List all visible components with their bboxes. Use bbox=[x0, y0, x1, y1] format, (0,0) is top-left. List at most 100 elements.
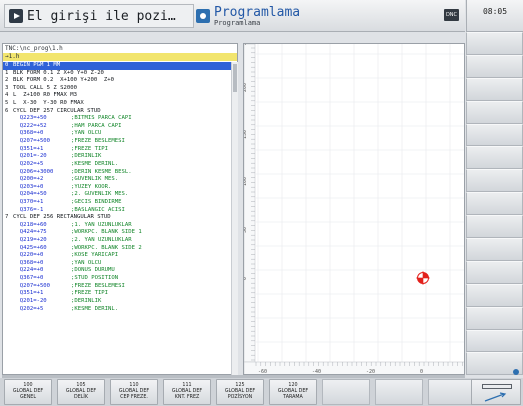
line-comment: ;WORKPC. BLANK SIDE 2 bbox=[71, 244, 142, 251]
global-def-softkey[interactable]: 111 GLOBAL DEF KNT. FREZ bbox=[163, 379, 211, 405]
line-number bbox=[3, 298, 13, 306]
line-comment: ;BITMIS PARCA CAPI bbox=[71, 115, 132, 122]
program-line[interactable]: Q207=+500 ;FREZE BESLEMESI bbox=[3, 138, 231, 146]
program-line[interactable]: 0 BEGIN PGM 1 MM bbox=[3, 62, 231, 70]
vertical-ruler-label: 0 bbox=[244, 277, 248, 280]
programming-mode-subtitle: Programlama bbox=[214, 18, 261, 27]
scrollbar-thumb[interactable] bbox=[233, 64, 237, 92]
program-line[interactable]: Q424=+75 ;WORKPC. BLANK SIDE 1 bbox=[3, 229, 231, 237]
line-command: CYCL DEF 257 CIRCULAR STUD bbox=[13, 107, 101, 114]
line-command: Q351=+1 bbox=[13, 145, 47, 152]
line-number bbox=[3, 275, 13, 283]
empty-softkey[interactable] bbox=[428, 379, 476, 405]
program-line[interactable]: Q370=+1 ;GECIS BINDIRME bbox=[3, 199, 231, 207]
softkey-bar-switch-button[interactable] bbox=[471, 379, 521, 405]
program-line[interactable]: 1 BLK FORM 0.1 Z X+0 Y+0 Z-20 bbox=[3, 70, 231, 78]
program-line[interactable]: Q224=+0 ;DONUS DURUMU bbox=[3, 267, 231, 275]
empty-softkey[interactable] bbox=[375, 379, 423, 405]
vertical-softkey[interactable] bbox=[466, 54, 523, 78]
play-mode-icon bbox=[9, 9, 23, 23]
vertical-softkey[interactable] bbox=[466, 32, 523, 55]
program-line[interactable]: Q203=+0 ;YUZEY KOOR. bbox=[3, 184, 231, 192]
program-line[interactable]: 5 L X-30 Y-30 R0 FMAX bbox=[3, 100, 231, 108]
program-line[interactable]: Q223=+50 ;BITMIS PARCA CAPI bbox=[3, 115, 231, 123]
program-line[interactable]: Q425=+60 ;WORKPC. BLANK SIDE 2 bbox=[3, 245, 231, 253]
vertical-softkey[interactable] bbox=[466, 283, 523, 307]
line-comment: ;2. GUVENLIK MES. bbox=[71, 191, 129, 198]
program-line[interactable]: Q220=+0 ;KOSE YARICAPI bbox=[3, 252, 231, 260]
arrow-right-icon bbox=[484, 392, 507, 402]
line-number bbox=[3, 267, 13, 275]
program-line[interactable]: Q201=-20 ;DERINLIK bbox=[3, 153, 231, 161]
line-number: 3 bbox=[5, 84, 9, 91]
line-number bbox=[3, 245, 13, 253]
program-line[interactable]: Q367=+0 ;STUD POSITION bbox=[3, 275, 231, 283]
softkey-row-indicator-icon bbox=[513, 369, 519, 375]
program-line[interactable]: Q204=+50 ;2. GUVENLIK MES. bbox=[3, 191, 231, 199]
header-bar: El girişi ile pozi… Programlama Programl… bbox=[0, 0, 465, 32]
vertical-softkey[interactable] bbox=[466, 329, 523, 353]
program-line[interactable]: 2 BLK FORM 0.2 X+100 Y+200 Z+0 bbox=[3, 77, 231, 85]
vertical-ruler-label: 50 bbox=[244, 227, 248, 233]
line-number bbox=[3, 169, 13, 177]
vertical-softkey[interactable] bbox=[466, 192, 523, 216]
program-line[interactable]: 6 CYCL DEF 257 CIRCULAR STUD bbox=[3, 108, 231, 116]
vertical-softkey[interactable] bbox=[466, 169, 523, 193]
machine-mode-tab[interactable]: El girişi ile pozi… bbox=[4, 4, 194, 28]
program-line[interactable]: 7 CYCL DEF 256 RECTANGULAR STUD bbox=[3, 214, 231, 222]
program-line[interactable]: Q206=+3000 ;DERIN KESME BESL. bbox=[3, 169, 231, 177]
global-def-softkey[interactable]: 120 GLOBAL DEF TARAMA bbox=[269, 379, 317, 405]
program-line[interactable]: Q222=+52 ;HAM PARCA CAPI bbox=[3, 123, 231, 131]
vertical-ruler-label: 200 bbox=[244, 83, 248, 92]
line-comment: ;FREZE TIPI bbox=[71, 145, 109, 152]
global-def-softkey[interactable]: 100 GLOBAL DEF GENEL bbox=[4, 379, 52, 405]
line-command: Q204=+50 bbox=[13, 191, 47, 198]
programming-mode-tab[interactable]: Programlama Programlama bbox=[196, 4, 436, 28]
program-line[interactable]: 4 L Z+100 R0 FMAX M3 bbox=[3, 92, 231, 100]
vertical-softkey[interactable] bbox=[466, 238, 523, 261]
program-line[interactable]: 3 TOOL CALL 5 Z S2000 bbox=[3, 85, 231, 93]
line-command: Q220=+0 bbox=[13, 252, 47, 259]
line-number bbox=[3, 176, 13, 184]
program-line[interactable]: Q202=+5 ;KESME DERINL. bbox=[3, 306, 231, 314]
program-line[interactable]: Q368=+0 ;YAN OLCU bbox=[3, 130, 231, 138]
line-command: BLK FORM 0.1 Z X+0 Y+0 Z-20 bbox=[13, 69, 104, 76]
vertical-softkey[interactable] bbox=[466, 100, 523, 124]
line-number bbox=[3, 237, 13, 245]
vertical-softkey[interactable] bbox=[466, 260, 523, 284]
line-command: Q201=-20 bbox=[13, 297, 47, 304]
line-comment: ;FREZE BESLEMESI bbox=[71, 138, 125, 145]
global-def-softkey[interactable]: 125 GLOBAL DEF POZİSYON bbox=[216, 379, 264, 405]
line-comment: ;YUZEY KOOR. bbox=[71, 183, 112, 190]
program-line[interactable]: Q368=+0 ;YAN OLCU bbox=[3, 260, 231, 268]
program-line[interactable]: Q351=+1 ;FREZE TIPI bbox=[3, 290, 231, 298]
softkey-label: CEP FREZE. bbox=[120, 395, 148, 400]
empty-softkey[interactable] bbox=[322, 379, 370, 405]
global-def-softkey[interactable]: 110 GLOBAL DEF CEP FREZE. bbox=[110, 379, 158, 405]
line-command: Q424=+75 bbox=[13, 229, 47, 236]
program-line[interactable]: Q219=+20 ;2. YAN UZUNLUKLAR bbox=[3, 237, 231, 245]
dnc-icon[interactable]: DNC bbox=[444, 9, 459, 21]
program-line[interactable]: Q376=-1 ;BASLANGIC ACISI bbox=[3, 207, 231, 215]
vertical-softkey[interactable] bbox=[466, 146, 523, 170]
program-line[interactable]: Q218=+60 ;1. YAN UZUNLUKLAR bbox=[3, 222, 231, 230]
vertical-softkey[interactable] bbox=[466, 215, 523, 239]
program-scrollbar[interactable] bbox=[231, 62, 238, 375]
datum-marker-quadrant bbox=[423, 272, 429, 278]
vertical-softkey[interactable] bbox=[466, 123, 523, 147]
softkey-bar-icon bbox=[482, 384, 512, 389]
program-line[interactable]: Q351=+1 ;FREZE TIPI bbox=[3, 146, 231, 154]
line-command: Q425=+60 bbox=[13, 244, 47, 251]
program-line[interactable]: Q201=-20 ;DERINLIK bbox=[3, 298, 231, 306]
line-comment: ;KESME DERINL. bbox=[71, 160, 119, 167]
program-lines[interactable]: 0 BEGIN PGM 1 MM 1 BLK FORM 0.1 Z X+0 Y+0 Z… bbox=[3, 62, 231, 375]
softkey-label: POZİSYON bbox=[227, 395, 253, 400]
program-line[interactable]: Q202=+5 ;KESME DERINL. bbox=[3, 161, 231, 169]
line-command: L X-30 Y-30 R0 FMAX bbox=[13, 100, 84, 107]
vertical-softkey[interactable] bbox=[466, 306, 523, 330]
vertical-softkey[interactable] bbox=[466, 77, 523, 101]
program-line[interactable]: Q207=+500 ;FREZE BESLEMESI bbox=[3, 283, 231, 291]
clock: 08:05 bbox=[466, 0, 523, 32]
global-def-softkey[interactable]: 105 GLOBAL DEF DELİK bbox=[57, 379, 105, 405]
program-line[interactable]: Q200=+2 ;GUVENLIK MES. bbox=[3, 176, 231, 184]
